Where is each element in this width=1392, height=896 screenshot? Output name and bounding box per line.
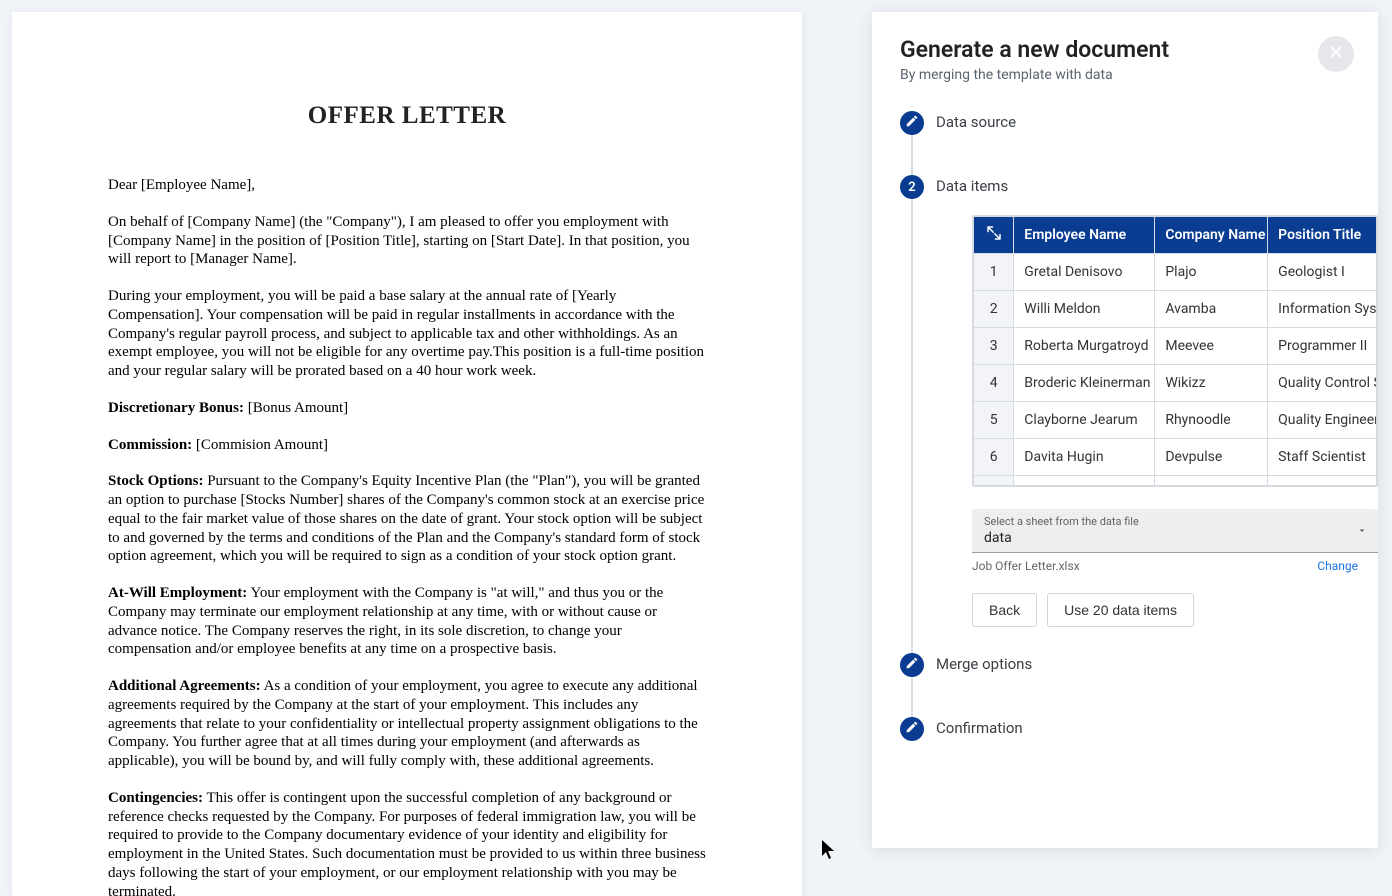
cell-emp: Broderic Kleinerman xyxy=(1014,365,1155,402)
pencil-icon xyxy=(905,720,919,738)
row-index: 6 xyxy=(974,439,1014,476)
col-company-name[interactable]: Company Name xyxy=(1155,217,1268,254)
row-index: 4 xyxy=(974,365,1014,402)
table-row[interactable]: 5 Clayborne Jearum Rhynoodle Quality Eng… xyxy=(974,402,1377,439)
step-label: Merge options xyxy=(936,653,1378,673)
file-name: Job Offer Letter.xlsx xyxy=(972,559,1080,573)
table-row-partial xyxy=(974,476,1377,486)
cell-pos: Programmer II xyxy=(1268,328,1377,365)
cell-pos: Geologist I xyxy=(1268,254,1377,291)
document-body: Dear [Employee Name], On behalf of [Comp… xyxy=(108,176,706,896)
cell-emp: Willi Meldon xyxy=(1014,291,1155,328)
close-icon xyxy=(1327,43,1345,66)
expand-icon xyxy=(985,230,1003,246)
cell-comp: Avamba xyxy=(1155,291,1268,328)
use-data-items-button[interactable]: Use 20 data items xyxy=(1047,593,1194,627)
cell-comp: Plajo xyxy=(1155,254,1268,291)
cell-pos: Staff Scientist xyxy=(1268,439,1377,476)
salary-paragraph: During your employment, you will be paid… xyxy=(108,287,706,381)
step-confirmation[interactable]: Confirmation xyxy=(900,717,1378,745)
step-label: Confirmation xyxy=(936,717,1378,737)
step-data-items[interactable]: 2 Data items xyxy=(900,175,1378,653)
row-index: 3 xyxy=(974,328,1014,365)
step-label: Data items xyxy=(936,175,1378,195)
chevron-down-icon xyxy=(1356,521,1368,540)
document-title: OFFER LETTER xyxy=(108,102,706,130)
contingencies-paragraph: Contingencies: This offer is contingent … xyxy=(108,789,706,896)
stock-paragraph: Stock Options: Pursuant to the Company's… xyxy=(108,472,706,566)
table-row[interactable]: 2 Willi Meldon Avamba Information Sys xyxy=(974,291,1377,328)
bonus-value: [Bonus Amount] xyxy=(244,400,348,416)
step-number-2: 2 xyxy=(900,175,924,199)
step-icon-edit xyxy=(900,717,924,741)
row-index: 2 xyxy=(974,291,1014,328)
table-row[interactable]: 4 Broderic Kleinerman Wikizz Quality Con… xyxy=(974,365,1377,402)
step-icon-edit xyxy=(900,653,924,677)
step-num-text: 2 xyxy=(908,180,915,195)
pencil-icon xyxy=(905,656,919,674)
generate-document-panel: Generate a new document By merging the t… xyxy=(872,12,1378,848)
panel-title: Generate a new document xyxy=(900,36,1306,63)
table-row[interactable]: 1 Gretal Denisovo Plajo Geologist I xyxy=(974,254,1377,291)
cell-emp: Roberta Murgatroyd xyxy=(1014,328,1155,365)
table-row[interactable]: 3 Roberta Murgatroyd Meevee Programmer I… xyxy=(974,328,1377,365)
close-button[interactable] xyxy=(1318,36,1354,72)
panel-subtitle: By merging the template with data xyxy=(900,67,1306,83)
pencil-icon xyxy=(905,114,919,132)
document-preview: OFFER LETTER Dear [Employee Name], On be… xyxy=(12,12,802,896)
table-header-row: Employee Name Company Name Position Titl… xyxy=(974,217,1377,254)
contingencies-label: Contingencies: xyxy=(108,790,203,806)
commission-value: [Commision Amount] xyxy=(192,437,328,453)
cell-comp: Meevee xyxy=(1155,328,1268,365)
stock-label: Stock Options: xyxy=(108,473,203,489)
step-data-source[interactable]: Data source xyxy=(900,111,1378,175)
additional-label: Additional Agreements: xyxy=(108,678,261,694)
table-row[interactable]: 6 Davita Hugin Devpulse Staff Scientist xyxy=(974,439,1377,476)
commission-label: Commission: xyxy=(108,437,192,453)
commission-line: Commission: [Commision Amount] xyxy=(108,436,706,455)
file-row: Job Offer Letter.xlsx Change xyxy=(972,559,1378,573)
back-button[interactable]: Back xyxy=(972,593,1037,627)
cell-comp: Wikizz xyxy=(1155,365,1268,402)
additional-paragraph: Additional Agreements: As a condition of… xyxy=(108,677,706,771)
cell-emp: Clayborne Jearum xyxy=(1014,402,1155,439)
change-file-link[interactable]: Change xyxy=(1317,559,1358,573)
intro-paragraph: On behalf of [Company Name] (the "Compan… xyxy=(108,213,706,269)
sheet-select-label: Select a sheet from the data file xyxy=(984,515,1366,528)
bonus-line: Discretionary Bonus: [Bonus Amount] xyxy=(108,399,706,418)
cell-emp: Davita Hugin xyxy=(1014,439,1155,476)
step-merge-options[interactable]: Merge options xyxy=(900,653,1378,717)
col-employee-name[interactable]: Employee Name xyxy=(1014,217,1155,254)
sheet-select-value: data xyxy=(984,530,1366,546)
step-icon-edit xyxy=(900,111,924,135)
cell-pos: Information Sys xyxy=(1268,291,1377,328)
cell-emp: Gretal Denisovo xyxy=(1014,254,1155,291)
step-label: Data source xyxy=(936,111,1378,131)
row-index: 5 xyxy=(974,402,1014,439)
atwill-paragraph: At-Will Employment: Your employment with… xyxy=(108,584,706,659)
greeting: Dear [Employee Name], xyxy=(108,176,706,195)
stepper: Data source 2 Data items xyxy=(900,111,1378,745)
cell-comp: Devpulse xyxy=(1155,439,1268,476)
data-table[interactable]: Employee Name Company Name Position Titl… xyxy=(972,215,1378,487)
cell-pos: Quality Control S xyxy=(1268,365,1377,402)
cell-pos: Quality Engineer xyxy=(1268,402,1377,439)
table-corner-expand[interactable] xyxy=(974,217,1014,254)
data-items-content: Employee Name Company Name Position Titl… xyxy=(972,195,1378,653)
atwill-label: At-Will Employment: xyxy=(108,585,247,601)
row-index: 1 xyxy=(974,254,1014,291)
bonus-label: Discretionary Bonus: xyxy=(108,400,244,416)
cell-comp: Rhynoodle xyxy=(1155,402,1268,439)
sheet-select[interactable]: Select a sheet from the data file data xyxy=(972,509,1378,553)
col-position-title[interactable]: Position Title xyxy=(1268,217,1377,254)
